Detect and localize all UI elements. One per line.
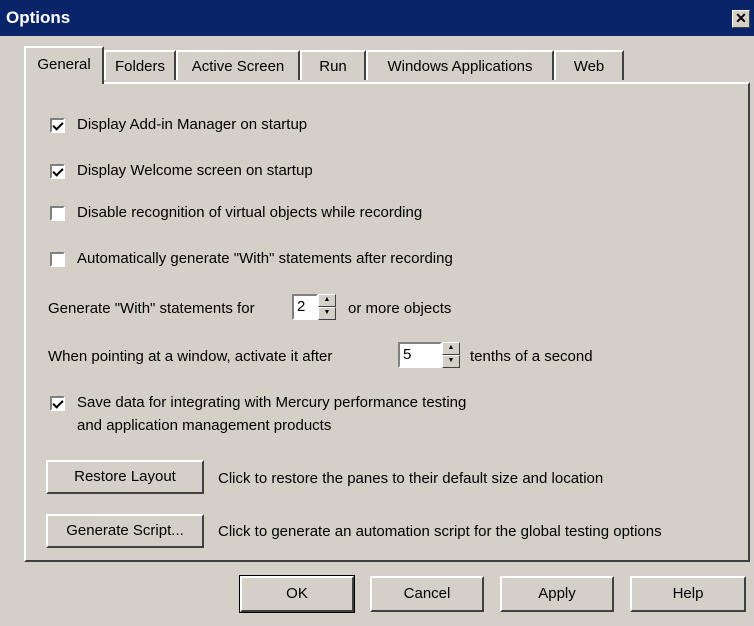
with-statements-suffix: or more objects (348, 300, 452, 317)
spin-down-icon[interactable]: ▼ (442, 355, 460, 368)
option-auto-generate-with[interactable]: Automatically generate "With" statements… (50, 250, 453, 267)
checkbox[interactable] (50, 118, 65, 133)
option-label: Automatically generate "With" statements… (77, 250, 453, 267)
tab-folders[interactable]: Folders (104, 50, 176, 80)
checkbox[interactable] (50, 252, 65, 267)
option-disable-virtual-objects[interactable]: Disable recognition of virtual objects w… (50, 204, 422, 221)
spin-up-icon[interactable]: ▲ (318, 294, 336, 307)
tab-general[interactable]: General (24, 46, 104, 84)
with-objects-value[interactable]: 2 (292, 294, 318, 320)
with-statements-prefix: Generate "With" statements for (48, 300, 255, 317)
activate-value[interactable]: 5 (398, 342, 442, 368)
apply-button[interactable]: Apply (500, 576, 614, 612)
option-display-addin-manager[interactable]: Display Add-in Manager on startup (50, 116, 307, 133)
option-label: Display Add-in Manager on startup (77, 116, 308, 133)
tab-label: Folders (114, 58, 166, 75)
tab-label: Windows Applications (387, 58, 533, 75)
tab-label: Run (319, 58, 347, 75)
tab-run[interactable]: Run (300, 50, 366, 80)
option-label: Disable recognition of virtual objects w… (77, 204, 423, 221)
spin-down-icon[interactable]: ▼ (318, 307, 336, 320)
activate-suffix: tenths of a second (470, 348, 593, 365)
spin-up-icon[interactable]: ▲ (442, 342, 460, 355)
title-bar: Options ✕ (0, 0, 754, 36)
activate-spinner[interactable]: 5 ▲ ▼ (398, 342, 460, 368)
with-objects-spinner[interactable]: 2 ▲ ▼ (292, 294, 336, 320)
option-label: Display Welcome screen on startup (77, 162, 313, 179)
option-label: Save data for integrating with Mercury p… (77, 394, 467, 411)
ok-button[interactable]: OK (239, 575, 355, 613)
tab-label: General (37, 56, 91, 73)
option-label: and application management products (77, 417, 332, 434)
tab-label: Active Screen (191, 58, 285, 75)
restore-description: Click to restore the panes to their defa… (218, 470, 604, 487)
option-display-welcome-screen[interactable]: Display Welcome screen on startup (50, 162, 313, 179)
close-button[interactable]: ✕ (732, 10, 750, 28)
option-save-data[interactable]: Save data for integrating with Mercury p… (50, 394, 466, 437)
tab-windows-applications[interactable]: Windows Applications (366, 50, 554, 80)
checkbox[interactable] (50, 206, 65, 221)
help-button[interactable]: Help (630, 576, 746, 612)
checkbox[interactable] (50, 164, 65, 179)
activate-prefix: When pointing at a window, activate it a… (48, 348, 333, 365)
tab-label: Web (573, 58, 605, 75)
generate-description: Click to generate an automation script f… (218, 523, 662, 540)
window-title: Options (6, 8, 71, 27)
cancel-button[interactable]: Cancel (370, 576, 484, 612)
restore-layout-button[interactable]: Restore Layout (46, 460, 204, 494)
checkbox[interactable] (50, 396, 65, 411)
tab-web[interactable]: Web (554, 50, 624, 80)
tab-active-screen[interactable]: Active Screen (176, 50, 300, 80)
close-icon: ✕ (735, 10, 747, 26)
generate-script-button[interactable]: Generate Script... (46, 514, 204, 548)
